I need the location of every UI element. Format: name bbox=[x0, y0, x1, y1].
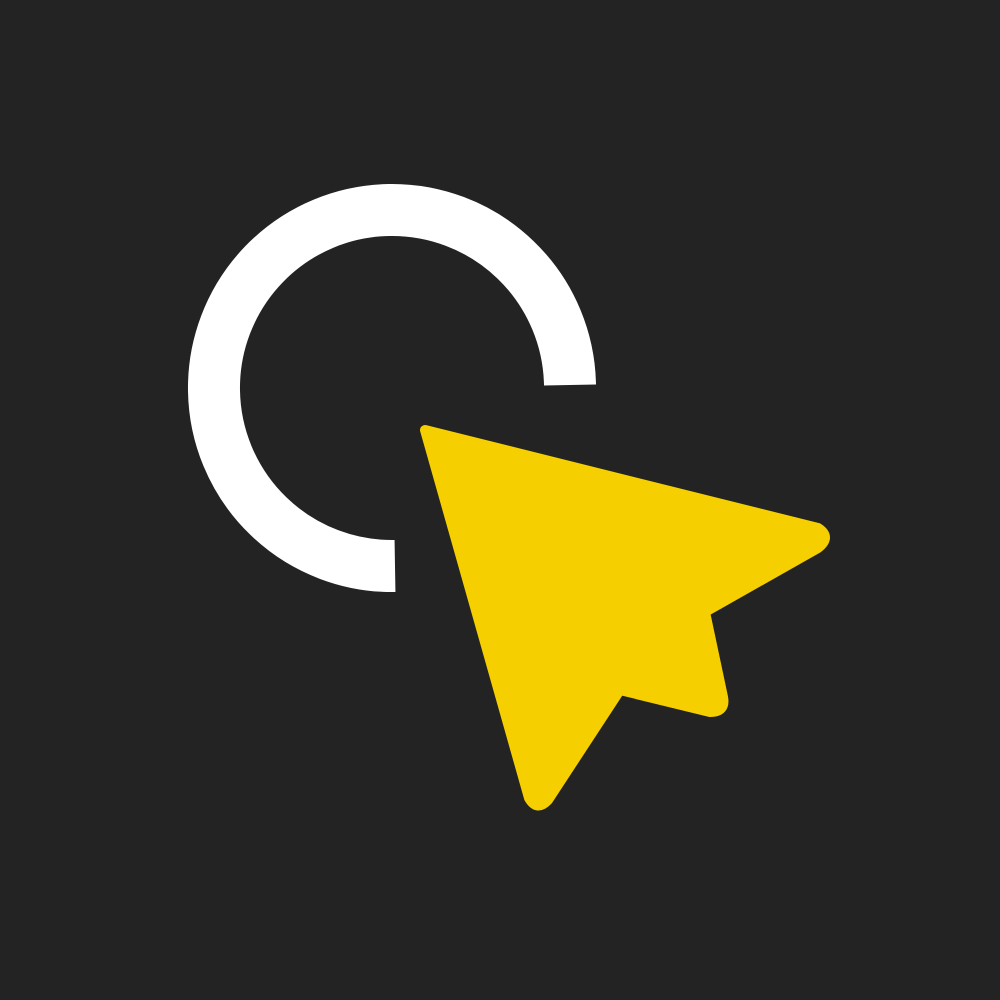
click-cursor-app-icon bbox=[0, 0, 1000, 1000]
click-cursor-icon bbox=[188, 184, 830, 811]
cursor-arrow-icon bbox=[420, 425, 830, 811]
